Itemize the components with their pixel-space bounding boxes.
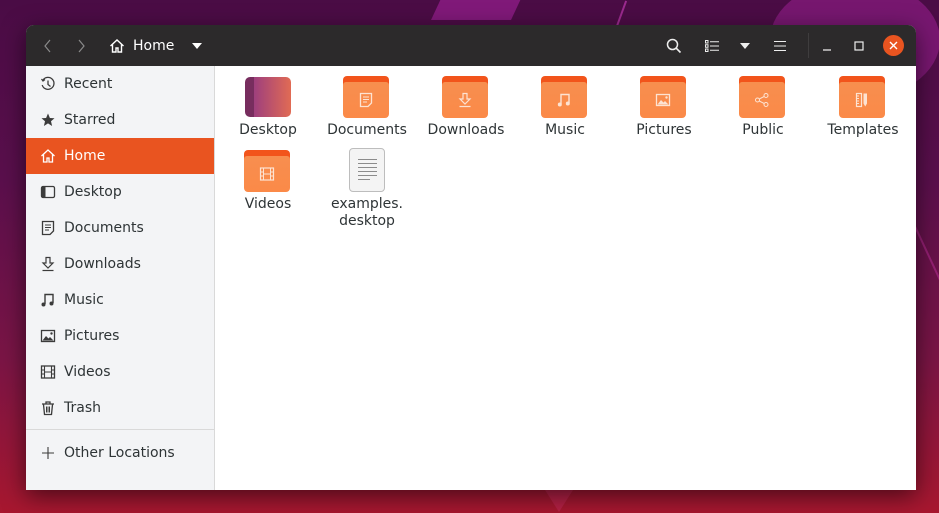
sidebar-item-label: Trash [64, 400, 101, 416]
sidebar-item-label: Recent [64, 76, 113, 92]
sidebar-item-videos[interactable]: Videos [26, 354, 214, 390]
file-item-examples-desktop[interactable]: examples. desktop [319, 148, 415, 230]
sidebar-item-downloads[interactable]: Downloads [26, 246, 214, 282]
file-label: examples. [330, 196, 403, 212]
chevron-right-icon [78, 39, 85, 52]
picture-icon [655, 93, 671, 107]
sidebar-item-label: Downloads [64, 256, 141, 272]
view-toggle-button[interactable] [701, 25, 723, 66]
file-manager-window: Home Recent Starred Home Desktop Documen… [26, 25, 916, 490]
headerbar: Home [26, 25, 916, 66]
star-icon [40, 112, 56, 128]
view-options-button[interactable] [734, 25, 756, 66]
chevron-left-icon [44, 39, 51, 52]
minimize-button[interactable] [816, 25, 838, 66]
file-view: Desktop Documents Downloads Music Pictur… [215, 66, 916, 490]
folder-icon [244, 150, 292, 194]
download-icon [458, 92, 472, 108]
home-icon [110, 38, 124, 53]
folder-icon [640, 76, 688, 120]
download-icon [40, 256, 56, 272]
sidebar-separator [26, 429, 214, 430]
sidebar-item-trash[interactable]: Trash [26, 390, 214, 426]
film-icon [259, 167, 275, 181]
search-button[interactable] [663, 25, 685, 66]
file-item-videos[interactable]: Videos [220, 150, 316, 213]
caret-down-icon [740, 42, 750, 49]
file-label: Pictures [636, 122, 692, 138]
sidebar-item-label: Music [64, 292, 104, 308]
path-bar-home[interactable]: Home [109, 25, 203, 66]
sidebar-item-label: Pictures [64, 328, 120, 344]
caret-down-icon[interactable] [192, 42, 203, 49]
sidebar-item-label: Documents [64, 220, 144, 236]
file-item-templates[interactable]: Templates [815, 76, 911, 139]
file-label: Videos [244, 196, 292, 212]
sidebar-item-label: Starred [64, 112, 116, 128]
hamburger-menu-icon [774, 40, 786, 51]
search-icon [666, 38, 682, 53]
file-label: Desktop [239, 122, 297, 138]
list-view-icon [705, 39, 719, 52]
sidebar-item-label: Desktop [64, 184, 122, 200]
sidebar-item-home[interactable]: Home [26, 138, 214, 174]
sidebar-item-other-locations[interactable]: Other Locations [26, 435, 214, 471]
music-icon [40, 292, 56, 308]
sidebar-item-pictures[interactable]: Pictures [26, 318, 214, 354]
sidebar-item-starred[interactable]: Starred [26, 102, 214, 138]
back-button[interactable] [36, 25, 58, 66]
document-icon [40, 220, 56, 236]
file-item-music[interactable]: Music [517, 76, 613, 139]
folder-icon [442, 76, 490, 120]
sidebar-item-recent[interactable]: Recent [26, 66, 214, 102]
desktop-icon [40, 184, 56, 200]
maximize-icon [854, 40, 864, 51]
file-label: Music [545, 122, 585, 138]
folder-icon [739, 76, 787, 120]
file-item-public[interactable]: Public [715, 76, 811, 139]
sidebar: Recent Starred Home Desktop Documents Do… [26, 66, 215, 490]
share-icon [755, 93, 769, 107]
plus-icon [40, 445, 56, 461]
maximize-button[interactable] [848, 25, 870, 66]
file-label: Documents [327, 122, 407, 138]
minimize-icon [823, 48, 831, 51]
sidebar-item-label: Other Locations [64, 445, 175, 461]
sidebar-item-label: Home [64, 148, 106, 164]
file-item-documents[interactable]: Documents [319, 76, 415, 139]
file-label: Public [742, 122, 784, 138]
sidebar-item-desktop[interactable]: Desktop [26, 174, 214, 210]
wallpaper-shape [545, 490, 573, 512]
file-label: desktop [339, 213, 395, 229]
sidebar-item-documents[interactable]: Documents [26, 210, 214, 246]
wallpaper-shape [431, 0, 539, 20]
folder-icon [839, 76, 887, 120]
close-icon [889, 41, 898, 50]
ruler-icon [855, 92, 867, 108]
sidebar-item-music[interactable]: Music [26, 282, 214, 318]
path-label: Home [133, 37, 175, 54]
film-icon [40, 364, 56, 380]
document-icon [359, 92, 373, 108]
folder-icon [541, 76, 589, 120]
folder-icon [343, 76, 391, 120]
clock-icon [40, 76, 56, 92]
main-menu-button[interactable] [769, 25, 791, 66]
picture-icon [40, 328, 56, 344]
file-item-desktop[interactable]: Desktop [220, 76, 316, 139]
headerbar-separator [808, 33, 809, 58]
forward-button[interactable] [71, 25, 93, 66]
sidebar-item-label: Videos [64, 364, 111, 380]
text-file-icon [349, 148, 385, 192]
desktop-folder-icon [245, 77, 291, 117]
home-icon [40, 148, 56, 164]
close-button[interactable] [883, 35, 904, 56]
music-icon [557, 93, 570, 107]
file-item-pictures[interactable]: Pictures [616, 76, 712, 139]
file-label: Downloads [427, 122, 505, 138]
trash-icon [40, 400, 56, 416]
file-item-downloads[interactable]: Downloads [418, 76, 514, 139]
file-label: Templates [827, 122, 899, 138]
